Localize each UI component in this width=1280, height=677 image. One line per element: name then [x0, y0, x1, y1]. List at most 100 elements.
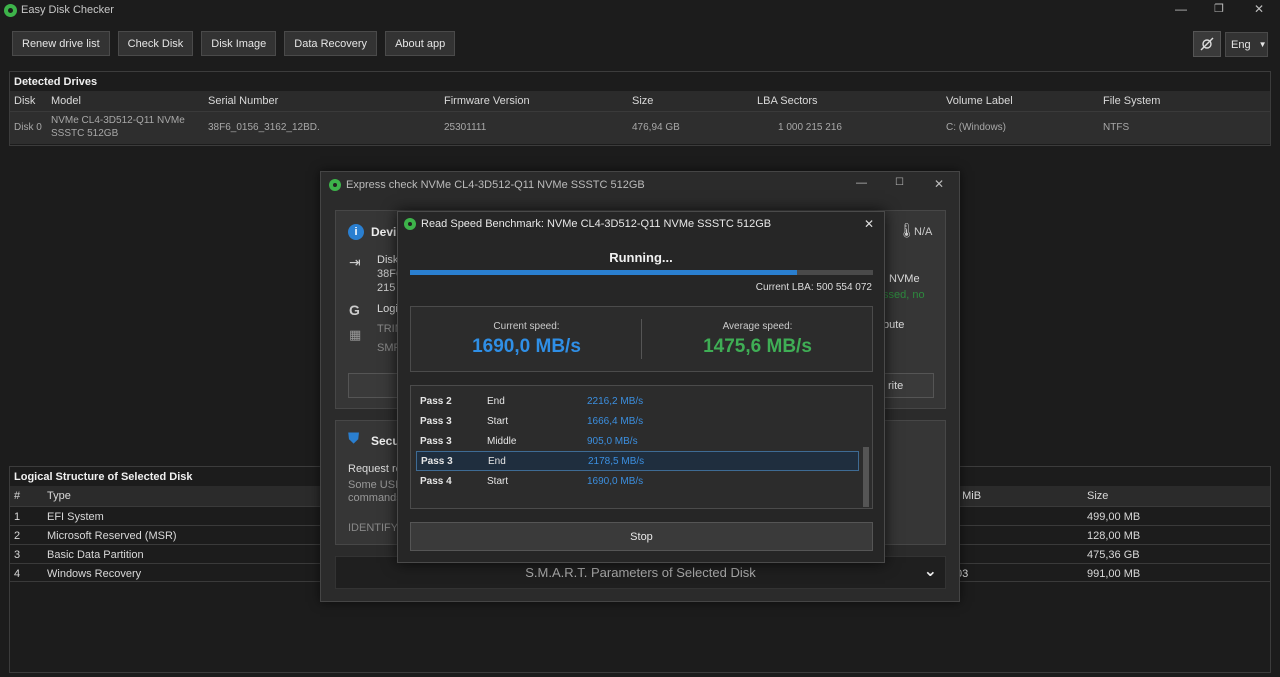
about-app-button[interactable]: About app [385, 31, 456, 56]
list-item[interactable]: Pass 3 Middle 905,0 MB/s [416, 431, 859, 451]
minimize-icon[interactable]: — [1166, 2, 1196, 16]
pass-phase: Middle [487, 435, 517, 447]
renew-drive-list-button[interactable]: Renew drive list [12, 31, 110, 56]
pass-phase: End [487, 395, 505, 407]
temperature-value: N/A [914, 226, 933, 238]
list-item[interactable]: Pass 3 Start 1666,4 MB/s [416, 411, 859, 431]
col-partition-size[interactable]: Size [1087, 490, 1108, 502]
card-button-left[interactable] [348, 373, 400, 398]
read-speed-benchmark-dialog: Read Speed Benchmark: NVMe CL4-3D512-Q11… [397, 211, 885, 563]
pass-speed: 1690,0 MB/s [587, 475, 644, 487]
logic-icon: G [349, 302, 360, 318]
pass-speed: 1666,4 MB/s [587, 415, 644, 427]
pass-results-list[interactable]: Pass 2 End 2216,2 MB/s Pass 3 Start 1666… [410, 385, 873, 509]
pass-number: Pass 3 [421, 455, 453, 467]
bench-title-bar: Read Speed Benchmark: NVMe CL4-3D512-Q11… [398, 212, 884, 236]
current-speed-value: 1690,0 MB/s [472, 336, 581, 357]
col-model[interactable]: Model [51, 95, 81, 107]
row-type: Basic Data Partition [47, 549, 144, 561]
row-type: Microsoft Reserved (MSR) [47, 530, 177, 542]
drive-firmware: 25301111 [444, 122, 487, 133]
col-serial[interactable]: Serial Number [208, 95, 278, 107]
check-disk-button[interactable]: Check Disk [117, 31, 194, 56]
nvme-label: NVMe [889, 273, 920, 285]
commands-note: commands [348, 492, 402, 504]
bench-title: Read Speed Benchmark: NVMe CL4-3D512-Q11… [421, 218, 772, 230]
status-text: Running... [609, 250, 673, 265]
info-icon: i [348, 224, 364, 240]
pass-number: Pass 2 [420, 395, 452, 407]
pass-speed: 2178,5 MB/s [588, 455, 645, 467]
detected-drives-panel: Detected Drives Disk Model Serial Number… [9, 71, 1271, 146]
drive-row[interactable]: Disk 0 NVMe CL4-3D512-Q11 NVMe SSSTC 512… [10, 111, 1270, 144]
express-title: Express check NVMe CL4-3D512-Q11 NVMe SS… [346, 178, 645, 191]
col-disk[interactable]: Disk [14, 95, 35, 107]
request-label: Request re [348, 463, 402, 475]
data-recovery-button[interactable]: Data Recovery [284, 31, 378, 56]
col-size[interactable]: Size [632, 95, 653, 107]
row-number: 1 [14, 511, 21, 523]
drives-table-header: Disk Model Serial Number Firmware Versio… [10, 91, 1270, 111]
pass-speed: 2216,2 MB/s [587, 395, 644, 407]
row-type: Windows Recovery [47, 568, 142, 580]
toolbar: Renew drive list Check Disk Disk Image D… [12, 31, 456, 56]
speed-panel: Current speed: 1690,0 MB/s Average speed… [410, 306, 873, 372]
disk-lba-partial: 215 [377, 282, 396, 294]
pass-phase: Start [487, 415, 509, 427]
app-logo-icon [4, 3, 17, 17]
col-firmware[interactable]: Firmware Version [444, 95, 530, 107]
logic-label: Logi [377, 303, 398, 315]
minimize-icon[interactable]: — [856, 177, 867, 189]
express-title-bar: Express check NVMe CL4-3D512-Q11 NVMe SS… [321, 172, 959, 197]
row-size: 475,36 GB [1087, 549, 1140, 561]
disk-label: Disk [377, 254, 399, 266]
current-speed-label: Current speed: [493, 321, 560, 332]
average-speed-label: Average speed: [722, 321, 793, 332]
list-item[interactable]: Pass 2 End 2216,2 MB/s [416, 391, 859, 411]
drive-disk: Disk 0 [14, 122, 42, 133]
close-icon[interactable]: ✕ [934, 177, 944, 191]
language-select[interactable]: Eng ▼ [1225, 32, 1268, 57]
disk-arrow-icon: ⇥ [349, 254, 361, 270]
device-heading: Devi [371, 225, 397, 239]
drive-model-line2: SSSTC 512GB [51, 128, 119, 139]
row-number: 3 [14, 549, 21, 561]
pass-number: Pass 3 [420, 435, 452, 447]
restore-icon[interactable]: ❐ [1204, 2, 1234, 15]
close-icon[interactable]: ✕ [864, 217, 874, 231]
current-lba: Current LBA: 500 554 072 [755, 282, 872, 293]
close-icon[interactable]: ✕ [1244, 2, 1274, 16]
pass-number: Pass 3 [420, 415, 452, 427]
chevron-down-icon[interactable]: ⌄ [924, 561, 937, 581]
col-lba[interactable]: LBA Sectors [757, 95, 818, 107]
col-number[interactable]: # [14, 490, 20, 502]
drive-size: 476,94 GB [632, 122, 680, 133]
row-number: 4 [14, 568, 21, 580]
pass-phase: Start [487, 475, 509, 487]
progress-fill [410, 270, 798, 275]
row-size: 499,00 MB [1087, 511, 1141, 523]
average-speed-value: 1475,6 MB/s [703, 336, 812, 357]
list-item-selected[interactable]: Pass 3 End 2178,5 MB/s [416, 451, 859, 471]
col-type[interactable]: Type [47, 490, 71, 502]
pass-speed: 905,0 MB/s [587, 435, 638, 447]
col-volume[interactable]: Volume Label [946, 95, 1013, 107]
theme-toggle-icon[interactable] [1193, 31, 1221, 57]
language-value: Eng [1231, 38, 1251, 51]
maximize-icon[interactable]: ☐ [895, 177, 904, 188]
smart-passed-label: ssed, no [883, 289, 925, 301]
list-item[interactable]: Pass 4 Start 1690,0 MB/s [416, 471, 859, 491]
scrollbar-thumb[interactable] [863, 447, 869, 507]
row-size: 991,00 MB [1087, 568, 1141, 580]
window-title: Easy Disk Checker [21, 4, 114, 16]
app-logo-icon [329, 178, 341, 191]
row-type: EFI System [47, 511, 104, 523]
write-button[interactable]: rite [881, 373, 934, 398]
security-heading: Secu [371, 434, 400, 448]
title-bar: Easy Disk Checker — ❐ ✕ [0, 0, 1280, 20]
grid-icon: ▦ [349, 327, 362, 342]
progress-bar [410, 270, 873, 275]
disk-image-button[interactable]: Disk Image [201, 31, 277, 56]
col-filesystem[interactable]: File System [1103, 95, 1160, 107]
stop-button[interactable]: Stop [410, 522, 873, 551]
